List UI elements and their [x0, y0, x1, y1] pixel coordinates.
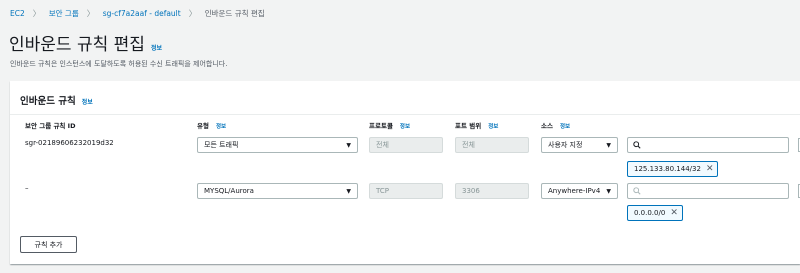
protocol-field: TCP: [369, 183, 443, 199]
column-header-protocol: 프로토콜 정보: [369, 120, 410, 130]
breadcrumb-item-security-groups[interactable]: 보안 그룹: [49, 8, 79, 19]
column-label: 소스: [541, 122, 553, 130]
caret-down-icon: ▼: [346, 187, 351, 195]
column-label: 포트 범위: [455, 122, 482, 130]
source-search-input[interactable]: [627, 137, 789, 153]
caret-down-icon: ▼: [606, 141, 611, 149]
page-header: 인바운드 규칙 편집 정보: [9, 30, 162, 55]
source-token: 125.133.80.144/32 ✕: [627, 161, 719, 177]
source-type-value: 사용자 지정: [548, 141, 583, 149]
type-select-value: MYSQL/Aurora: [204, 187, 254, 195]
inbound-rules-panel: 인바운드 규칙 정보 보안 그룹 규칙 ID 유형 정보 프로토콜 정보 포트 …: [10, 81, 800, 264]
source-token: 0.0.0.0/0 ✕: [627, 205, 683, 221]
breadcrumb-item-current: 인바운드 규칙 편집: [204, 9, 265, 18]
type-select[interactable]: 모든 트래픽 ▼: [197, 137, 358, 153]
column-header-rule-id: 보안 그룹 규칙 ID: [25, 120, 75, 130]
close-icon[interactable]: ✕: [706, 164, 714, 174]
search-icon: [633, 187, 641, 195]
chevron-right-icon: 〉: [32, 9, 41, 18]
type-select[interactable]: MYSQL/Aurora ▼: [197, 183, 358, 199]
panel-info-link[interactable]: 정보: [82, 97, 93, 106]
breadcrumb-item-ec2[interactable]: EC2: [10, 9, 25, 18]
breadcrumb-item-security-group[interactable]: sg-cf7a2aaf - default: [103, 9, 181, 18]
chevron-right-icon: 〉: [188, 9, 197, 18]
rule-id-cell: –: [25, 184, 29, 192]
source-token-label: 0.0.0.0/0: [634, 209, 666, 217]
column-header-source: 소스 정보: [541, 120, 570, 130]
source-search-input[interactable]: [627, 183, 789, 199]
rule-id-cell: sgr-02189606232019d32: [25, 139, 114, 147]
port-range-field: 3306: [455, 183, 529, 199]
column-label: 보안 그룹 규칙 ID: [25, 122, 76, 130]
type-select-value: 모든 트래픽: [204, 141, 239, 149]
panel-divider: [10, 114, 800, 115]
protocol-info-link[interactable]: 정보: [400, 122, 410, 130]
column-label: 유형: [197, 122, 209, 130]
caret-down-icon: ▼: [346, 141, 351, 149]
panel-header: 인바운드 규칙 정보: [20, 93, 93, 107]
source-info-link[interactable]: 정보: [560, 122, 570, 130]
source-type-select[interactable]: 사용자 지정 ▼: [541, 137, 618, 153]
port-range-info-link[interactable]: 정보: [488, 122, 498, 130]
port-range-field: 전체: [455, 137, 529, 153]
source-token-label: 125.133.80.144/32: [634, 165, 701, 173]
column-header-port-range: 포트 범위 정보: [455, 120, 498, 130]
add-rule-button[interactable]: 규칙 추가: [20, 236, 77, 253]
page-title: 인바운드 규칙 편집: [9, 35, 145, 55]
close-icon[interactable]: ✕: [670, 208, 678, 218]
source-type-value: Anywhere-IPv4: [548, 187, 601, 195]
page-info-link[interactable]: 정보: [151, 43, 162, 52]
type-info-link[interactable]: 정보: [216, 122, 226, 130]
column-label: 프로토콜: [369, 122, 393, 130]
panel-title: 인바운드 규칙: [20, 96, 76, 107]
source-type-select[interactable]: Anywhere-IPv4 ▼: [541, 183, 618, 199]
column-header-type: 유형 정보: [197, 120, 226, 130]
chevron-right-icon: 〉: [86, 9, 95, 18]
page-description: 인바운드 규칙은 인스턴스에 도달하도록 허용된 수신 트래픽을 제어합니다.: [10, 60, 228, 68]
breadcrumb: EC2 〉 보안 그룹 〉 sg-cf7a2aaf - default 〉 인바…: [10, 8, 265, 19]
caret-down-icon: ▼: [606, 187, 611, 195]
protocol-field: 전체: [369, 137, 443, 153]
search-icon: [633, 141, 641, 149]
